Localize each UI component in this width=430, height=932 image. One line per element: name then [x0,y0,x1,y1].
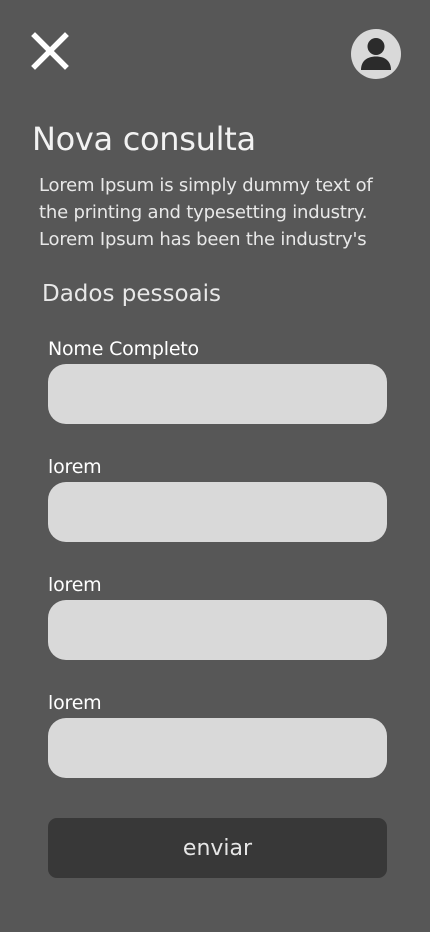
avatar-button[interactable] [351,29,401,79]
field-3-label: lorem [48,574,102,596]
close-button[interactable] [30,32,70,70]
page-title: Nova consulta [32,120,256,158]
full-name-label: Nome Completo [48,338,199,360]
field-2-input[interactable] [48,482,387,542]
field-2-label: lorem [48,456,102,478]
close-icon [31,32,69,70]
submit-button[interactable]: enviar [48,818,387,878]
intro-text: Lorem Ipsum is simply dummy text of the … [39,175,373,250]
field-4-label: lorem [48,692,102,714]
field-4-input[interactable] [48,718,387,778]
full-name-input[interactable] [48,364,387,424]
section-title: Dados pessoais [42,281,222,307]
user-icon [361,38,391,70]
field-3-input[interactable] [48,600,387,660]
